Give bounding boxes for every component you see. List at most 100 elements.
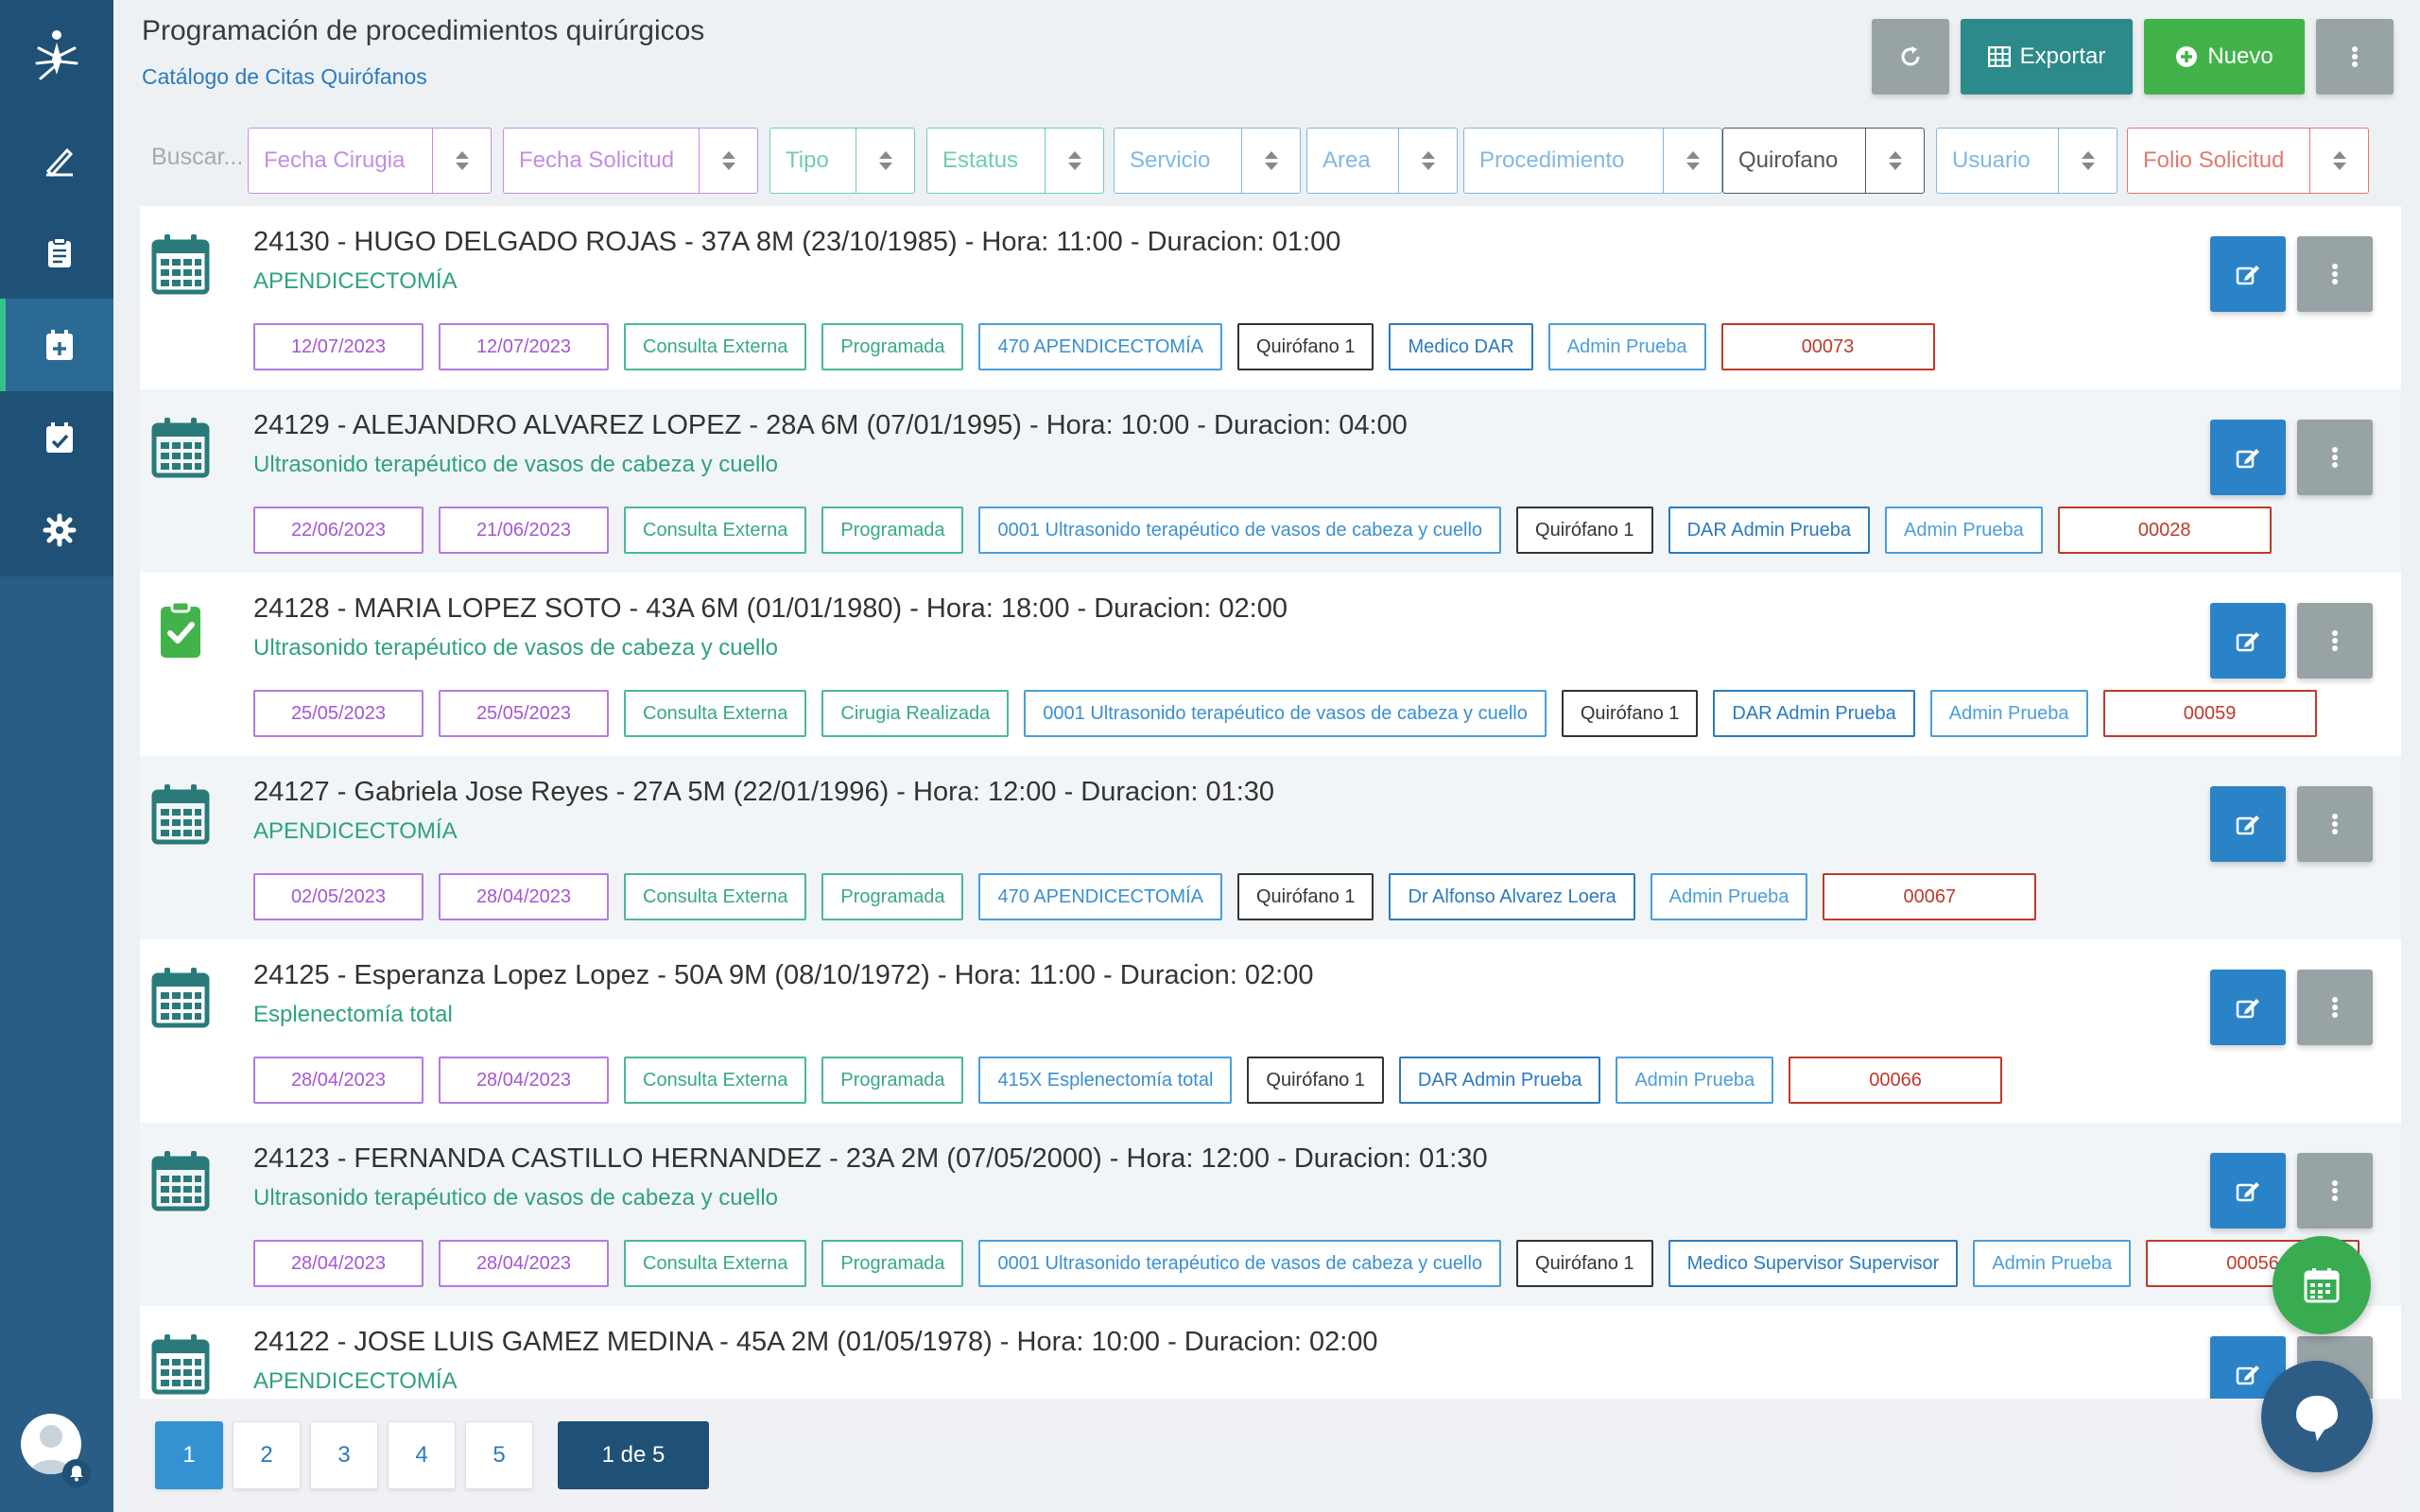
refresh-icon bbox=[1901, 46, 1920, 66]
origin-tag: Consulta Externa bbox=[624, 323, 807, 370]
edit-button[interactable] bbox=[2210, 420, 2286, 495]
page-button-5[interactable]: 5 bbox=[465, 1421, 533, 1489]
user-tag: Admin Prueba bbox=[1650, 873, 1808, 920]
user-tag: Admin Prueba bbox=[1973, 1240, 2132, 1287]
doctor-tag: Dr Alfonso Alvarez Loera bbox=[1389, 873, 1635, 920]
sort-icon[interactable] bbox=[1398, 129, 1457, 193]
edit-icon bbox=[2236, 999, 2259, 1019]
filter-procedimiento[interactable]: Procedimiento bbox=[1463, 128, 1722, 194]
filter-tipo[interactable]: Tipo bbox=[769, 128, 915, 194]
toolbar: Exportar Nuevo bbox=[1872, 19, 2394, 94]
chat-button[interactable] bbox=[2261, 1361, 2373, 1472]
appointment-tags: 25/05/2023 25/05/2023 Consulta Externa Ciru… bbox=[253, 690, 2317, 737]
row-options-button[interactable] bbox=[2297, 970, 2373, 1045]
row-options-button[interactable] bbox=[2297, 1153, 2373, 1228]
page-button-3[interactable]: 3 bbox=[310, 1421, 378, 1489]
filter-servicio[interactable]: Servicio bbox=[1114, 128, 1301, 194]
sort-icon[interactable] bbox=[2058, 129, 2117, 193]
row-actions bbox=[2210, 1153, 2373, 1228]
sort-icon[interactable] bbox=[1241, 129, 1300, 193]
sidebar-item-calendar-check[interactable] bbox=[0, 391, 113, 484]
surgery-date-tag: 28/04/2023 bbox=[253, 1057, 424, 1104]
procedure-name: APENDICECTOMÍA bbox=[253, 818, 458, 844]
page-button-1[interactable]: 1 bbox=[155, 1421, 223, 1489]
row-options-button[interactable] bbox=[2297, 603, 2373, 679]
procedure-name: Ultrasonido terapéutico de vasos de cabe… bbox=[253, 1185, 778, 1211]
list-item[interactable]: 24123 - FERNANDA CASTILLO HERNANDEZ - 23… bbox=[140, 1123, 2401, 1306]
row-options-button[interactable] bbox=[2297, 420, 2373, 495]
procedure-tag: 0001 Ultrasonido terapéutico de vasos de… bbox=[1024, 690, 1547, 737]
sort-icon[interactable] bbox=[432, 129, 491, 193]
procedure-tag: 415X Esplenectomía total bbox=[978, 1057, 1233, 1104]
row-actions bbox=[2210, 786, 2373, 862]
filter-area[interactable]: Area bbox=[1306, 128, 1458, 194]
new-button[interactable]: Nuevo bbox=[2144, 19, 2305, 94]
search-input[interactable]: Buscar... bbox=[151, 144, 243, 171]
operating-room-tag: Quirófano 1 bbox=[1236, 323, 1374, 370]
calendar-view-button[interactable] bbox=[2273, 1236, 2371, 1334]
list-item[interactable]: 24125 - Esperanza Lopez Lopez - 50A 9M (… bbox=[140, 939, 2401, 1123]
list-item[interactable]: 24128 - MARIA LOPEZ SOTO - 43A 6M (01/01… bbox=[140, 573, 2401, 756]
breadcrumb[interactable]: Catálogo de Citas Quirófanos bbox=[142, 64, 427, 90]
operating-room-tag: Quirófano 1 bbox=[1236, 873, 1374, 920]
calendar-icon bbox=[151, 416, 210, 478]
list-item[interactable]: 24130 - HUGO DELGADO ROJAS - 37A 8M (23/… bbox=[140, 206, 2401, 389]
page-button-2[interactable]: 2 bbox=[233, 1421, 301, 1489]
folio-tag: 00073 bbox=[1720, 323, 1935, 370]
kebab-icon bbox=[2332, 1180, 2338, 1201]
edit-button[interactable] bbox=[2210, 603, 2286, 679]
list-item[interactable]: 24122 - JOSE LUIS GAMEZ MEDINA - 45A 2M … bbox=[140, 1306, 2401, 1399]
filter-folio-solicitud[interactable]: Folio Solicitud bbox=[2127, 128, 2369, 194]
sort-icon[interactable] bbox=[1045, 129, 1103, 193]
request-date-tag: 28/04/2023 bbox=[439, 873, 609, 920]
filter-label: Quirofano bbox=[1738, 147, 1839, 173]
list-item[interactable]: 24129 - ALEJANDRO ALVAREZ LOPEZ - 28A 6M… bbox=[140, 389, 2401, 573]
edit-icon bbox=[2236, 816, 2259, 835]
notifications-button[interactable] bbox=[62, 1459, 91, 1487]
list-item[interactable]: 24127 - Gabriela Jose Reyes - 27A 5M (22… bbox=[140, 756, 2401, 939]
filter-fecha-cirugia[interactable]: Fecha Cirugia bbox=[248, 128, 492, 194]
more-options-button[interactable] bbox=[2316, 19, 2394, 94]
sidebar-nav bbox=[0, 113, 113, 576]
filter-usuario[interactable]: Usuario bbox=[1936, 128, 2118, 194]
doctor-tag: DAR Admin Prueba bbox=[1668, 507, 1870, 554]
page-button-4[interactable]: 4 bbox=[388, 1421, 456, 1489]
sort-icon[interactable] bbox=[2309, 129, 2368, 193]
edit-button[interactable] bbox=[2210, 786, 2286, 862]
folio-tag: 00059 bbox=[2102, 690, 2317, 737]
edit-icon bbox=[2236, 1366, 2259, 1385]
sort-icon[interactable] bbox=[1663, 129, 1721, 193]
row-options-button[interactable] bbox=[2297, 236, 2373, 312]
edit-button[interactable] bbox=[2210, 236, 2286, 312]
sidebar-item-settings[interactable] bbox=[0, 484, 113, 576]
export-button[interactable]: Exportar bbox=[1961, 19, 2133, 94]
filter-label: Procedimiento bbox=[1479, 147, 1625, 173]
folio-tag: 00028 bbox=[2057, 507, 2272, 554]
sort-icon[interactable] bbox=[856, 129, 914, 193]
doctor-tag: Medico DAR bbox=[1389, 323, 1533, 370]
procedure-tag: 470 APENDICECTOMÍA bbox=[978, 323, 1222, 370]
sort-icon[interactable] bbox=[1865, 129, 1924, 193]
filter-label: Fecha Cirugia bbox=[264, 147, 406, 173]
bell-icon bbox=[70, 1466, 83, 1482]
calendar-check-icon bbox=[46, 422, 73, 453]
appointment-tags: 02/05/2023 28/04/2023 Consulta Externa Prog… bbox=[253, 873, 2037, 920]
pagination: 12345 1 de 5 bbox=[155, 1421, 709, 1489]
filter-bar: Buscar... Fecha Cirugia Fecha Solicitud Ti… bbox=[113, 123, 2420, 198]
filter-quirofano[interactable]: Quirofano bbox=[1722, 128, 1925, 194]
row-options-button[interactable] bbox=[2297, 786, 2373, 862]
operating-room-tag: Quirófano 1 bbox=[1561, 690, 1699, 737]
sort-icon[interactable] bbox=[699, 129, 757, 193]
folio-tag: 00066 bbox=[1789, 1057, 2003, 1104]
app-logo[interactable] bbox=[0, 0, 113, 113]
filter-fecha-solicitud[interactable]: Fecha Solicitud bbox=[503, 128, 758, 194]
calendar-plus-icon bbox=[46, 330, 73, 360]
refresh-button[interactable] bbox=[1872, 19, 1949, 94]
edit-button[interactable] bbox=[2210, 970, 2286, 1045]
appointments-list: 24130 - HUGO DELGADO ROJAS - 37A 8M (23/… bbox=[140, 206, 2401, 1399]
edit-button[interactable] bbox=[2210, 1153, 2286, 1228]
sidebar-item-clipboard[interactable] bbox=[0, 206, 113, 299]
sidebar-item-calendar-plus[interactable] bbox=[0, 299, 113, 391]
sidebar-item-pen[interactable] bbox=[0, 113, 113, 206]
filter-estatus[interactable]: Estatus bbox=[926, 128, 1104, 194]
